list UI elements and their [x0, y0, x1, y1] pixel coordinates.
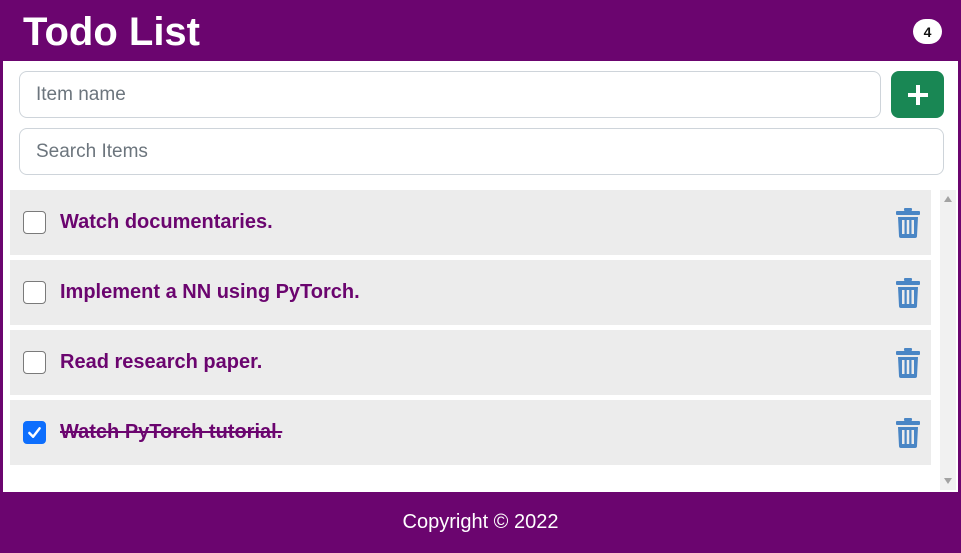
trash-icon[interactable] — [896, 417, 920, 448]
todo-checkbox[interactable] — [23, 421, 46, 444]
todo-app: Todo List 4 Watch documentaries. Impleme… — [0, 0, 961, 553]
scroll-down-arrow-icon[interactable] — [944, 478, 952, 484]
todo-label: Watch documentaries. — [60, 211, 273, 233]
list-item: Watch PyTorch tutorial. — [10, 400, 931, 465]
scroll-up-arrow-icon[interactable] — [944, 196, 952, 202]
trash-icon[interactable] — [896, 207, 920, 238]
todo-list: Watch documentaries. Implement a NN usin… — [10, 190, 956, 490]
item-count-badge: 4 — [913, 19, 942, 44]
list-scrollbar[interactable] — [940, 190, 956, 490]
app-footer: Copyright © 2022 — [3, 492, 958, 553]
item-name-input[interactable] — [19, 71, 881, 118]
search-input[interactable] — [19, 128, 944, 175]
add-item-button[interactable] — [891, 71, 944, 118]
list-item: Implement a NN using PyTorch. — [10, 260, 931, 325]
todo-checkbox[interactable] — [23, 211, 46, 234]
list-item: Read research paper. — [10, 330, 931, 395]
copyright-text: Copyright © 2022 — [402, 511, 559, 533]
todo-label: Implement a NN using PyTorch. — [60, 281, 360, 303]
todo-checkbox[interactable] — [23, 351, 46, 374]
app-header: Todo List 4 — [3, 2, 958, 61]
todo-label: Read research paper. — [60, 351, 263, 373]
trash-icon[interactable] — [896, 347, 920, 378]
trash-icon[interactable] — [896, 277, 920, 308]
plus-icon — [907, 84, 928, 105]
page-title: Todo List — [23, 9, 200, 54]
todo-checkbox[interactable] — [23, 281, 46, 304]
todo-label: Watch PyTorch tutorial. — [60, 421, 283, 443]
list-item: Watch documentaries. — [10, 190, 931, 255]
checkmark-icon — [28, 427, 41, 438]
